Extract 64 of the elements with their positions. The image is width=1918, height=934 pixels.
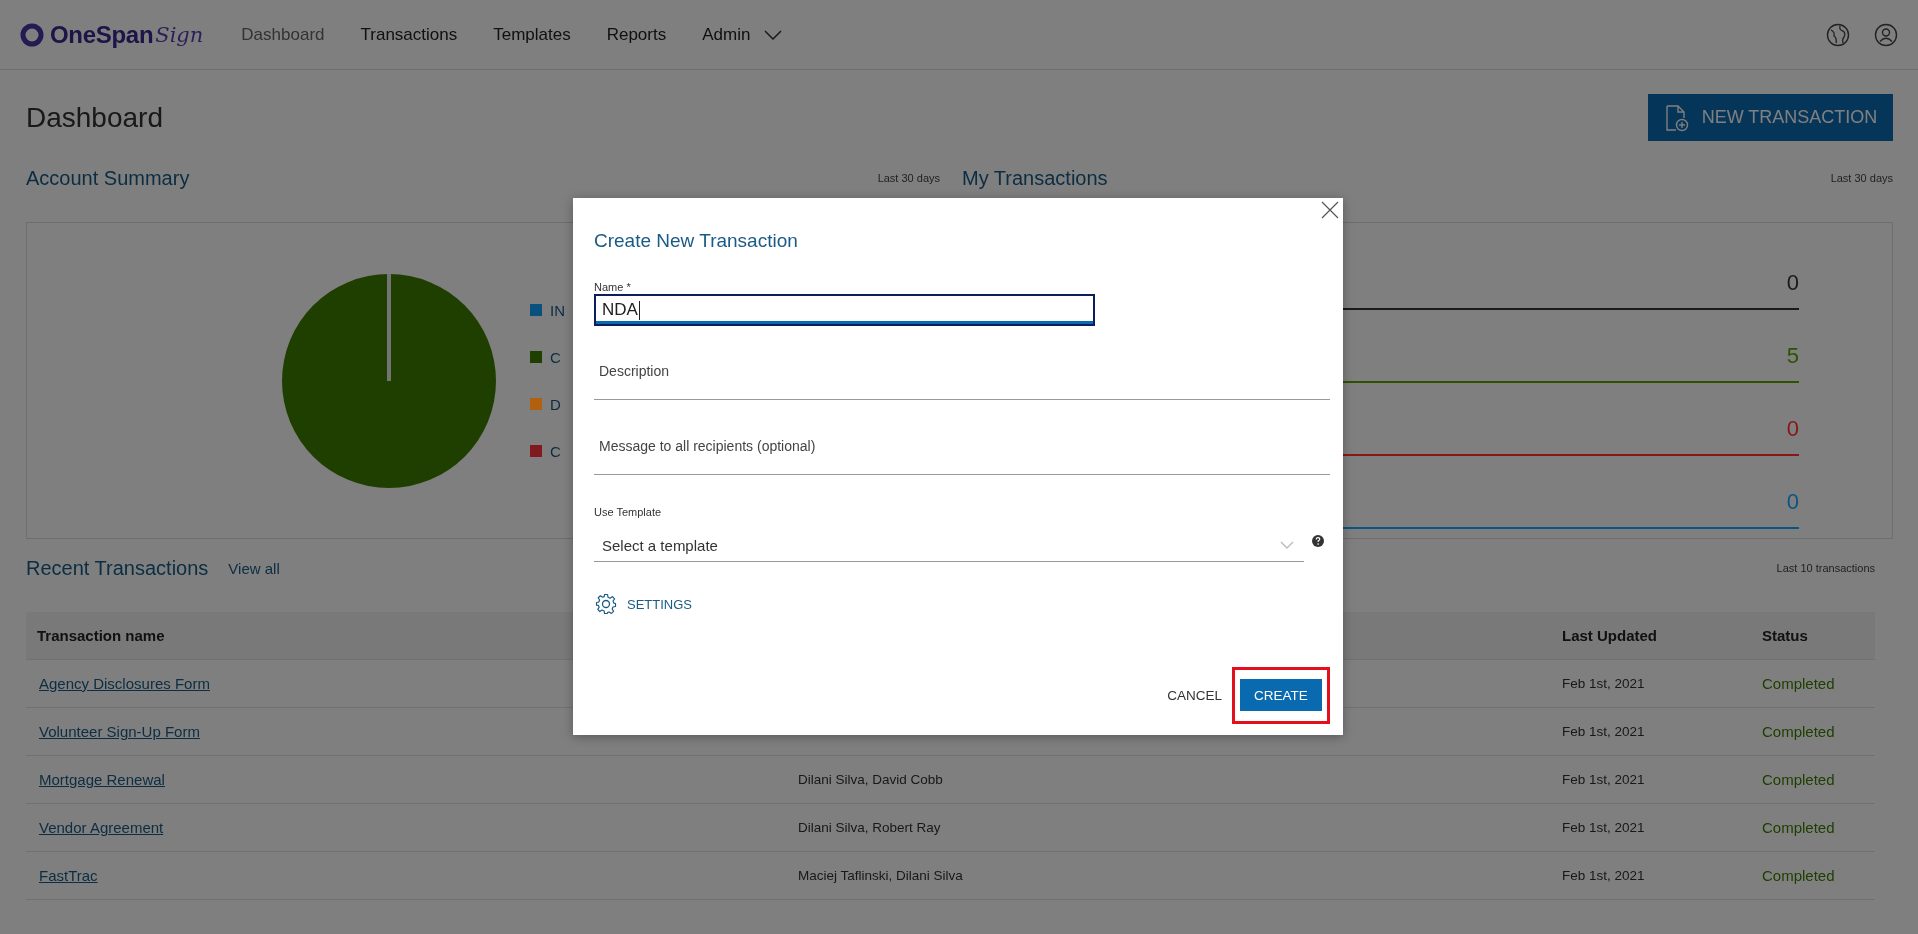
- stat-count: 5: [1786, 343, 1799, 369]
- stat-count: 0: [1786, 416, 1799, 442]
- dialog-title: Create New Transaction: [594, 229, 799, 253]
- nav-link[interactable]: Templates: [493, 24, 571, 45]
- field-label: Use Template: [594, 505, 663, 519]
- column-header: Transaction name: [36, 626, 166, 646]
- text-field[interactable]: Message to all recipients (optional): [594, 425, 1330, 475]
- status-cell: Completed: [1762, 852, 1875, 900]
- status-cell: Completed: [1762, 804, 1875, 852]
- legend-label: D: [550, 395, 561, 413]
- column-header: Last Updated: [1562, 626, 1658, 646]
- new-transaction-button[interactable]: NEW TRANSACTION: [1648, 94, 1893, 141]
- nav-link[interactable]: Reports: [606, 24, 667, 45]
- section-title: My Transactions: [962, 166, 1108, 190]
- field-label: Name *: [594, 280, 632, 294]
- gear-icon: [595, 593, 617, 615]
- recipients-cell: Maciej Taflinski, Dilani Silva: [798, 852, 1562, 900]
- close-icon[interactable]: [1321, 201, 1339, 219]
- name-input-field[interactable]: NDA: [594, 294, 1095, 326]
- legend-label: C: [550, 442, 561, 460]
- status-cell: Completed: [1762, 708, 1875, 756]
- user-icon[interactable]: [1874, 22, 1898, 47]
- nav-link[interactable]: Transactions: [360, 24, 458, 45]
- template-dropdown[interactable]: Select a template: [594, 519, 1304, 562]
- transaction-link[interactable]: Mortgage Renewal: [39, 771, 165, 788]
- nav-menu[interactable]: Admin: [702, 24, 783, 45]
- status-cell: Completed: [1762, 756, 1875, 804]
- caption-label: Last 10 transactions: [1776, 562, 1875, 574]
- document-add-icon: [1663, 103, 1690, 132]
- recipients-cell: Dilani Silva, David Cobb: [798, 756, 1562, 804]
- text-field[interactable]: Description: [594, 350, 1330, 400]
- create-button[interactable]: CREATE: [1240, 679, 1322, 711]
- legend-label: C: [550, 348, 561, 366]
- transaction-link[interactable]: Vendor Agreement: [39, 819, 164, 836]
- date-cell: Feb 1st, 2021: [1562, 660, 1762, 708]
- column-header: Status: [1762, 626, 1809, 646]
- status-cell: Completed: [1762, 660, 1875, 708]
- chevron-down-icon: [764, 29, 783, 40]
- nav-link[interactable]: Dashboard: [241, 24, 325, 45]
- legend-label: IN: [550, 301, 565, 319]
- globe-icon[interactable]: [1826, 22, 1850, 47]
- view-all-link[interactable]: View all: [228, 559, 280, 577]
- logo-ring-icon: [20, 22, 44, 47]
- section-title: Recent Transactions: [26, 556, 209, 580]
- period-label: Last 30 days: [877, 172, 940, 184]
- page-title: Dashboard: [26, 101, 163, 134]
- date-cell: Feb 1st, 2021: [1562, 804, 1762, 852]
- date-cell: Feb 1st, 2021: [1562, 708, 1762, 756]
- logo-script-text: Sign: [155, 22, 204, 47]
- recipients-cell: Dilani Silva, Robert Ray: [798, 804, 1562, 852]
- stat-count: 0: [1786, 270, 1799, 296]
- logo-text: OneSpan: [50, 20, 154, 49]
- cancel-button[interactable]: CANCEL: [1167, 684, 1222, 707]
- transaction-link[interactable]: FastTrac: [39, 867, 98, 884]
- transaction-link[interactable]: Volunteer Sign-Up Form: [39, 723, 200, 740]
- chevron-down-icon: [1280, 541, 1294, 549]
- date-cell: Feb 1st, 2021: [1562, 756, 1762, 804]
- section-title: Account Summary: [26, 166, 190, 190]
- settings-link[interactable]: SETTINGS: [594, 592, 692, 616]
- period-label: Last 30 days: [1830, 172, 1893, 184]
- date-cell: Feb 1st, 2021: [1562, 852, 1762, 900]
- stat-count: 0: [1786, 489, 1799, 515]
- transaction-link[interactable]: Agency Disclosures Form: [39, 675, 210, 692]
- help-icon[interactable]: [1312, 534, 1324, 547]
